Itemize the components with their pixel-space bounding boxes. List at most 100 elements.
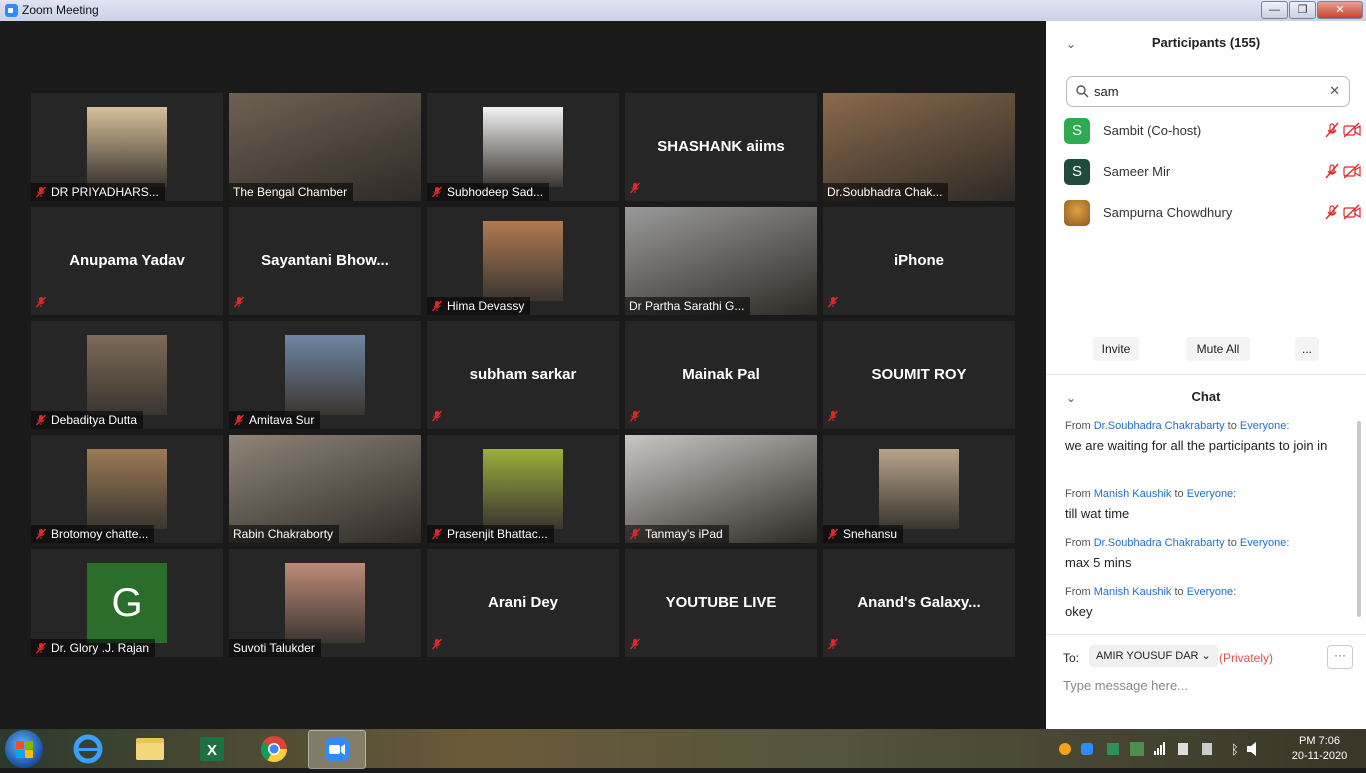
- windows-logo-icon: [16, 741, 33, 758]
- clear-search-icon[interactable]: ✕: [1329, 83, 1340, 99]
- video-tile[interactable]: DR PRIYADHARS...: [31, 93, 223, 201]
- video-tile[interactable]: SHASHANK aiims: [625, 93, 817, 201]
- to-label: To:: [1063, 651, 1080, 665]
- chat-scrollbar[interactable]: [1356, 421, 1362, 631]
- video-tile[interactable]: Dr.Soubhadra Chak...: [823, 93, 1015, 201]
- video-tile[interactable]: Hima Devassy: [427, 207, 619, 315]
- chat-target[interactable]: Everyone:: [1187, 488, 1237, 500]
- file-explorer-taskbar-icon[interactable]: [122, 730, 178, 767]
- video-tile[interactable]: Prasenjit Bhattac...: [427, 435, 619, 543]
- video-tile[interactable]: Brotomoy chatte...: [31, 435, 223, 543]
- chat-message-meta: From Manish Kaushik to Everyone:: [1065, 584, 1335, 600]
- minimize-button[interactable]: —: [1261, 1, 1288, 19]
- chat-target[interactable]: Everyone:: [1240, 537, 1290, 549]
- video-tile[interactable]: The Bengal Chamber: [229, 93, 421, 201]
- clock-date: 20-11-2020: [1291, 750, 1348, 762]
- participant-name-tag: Suvoti Talukder: [229, 639, 321, 657]
- chat-message: From Dr.Soubhadra Chakrabarty to Everyon…: [1065, 535, 1335, 572]
- chat-message-input[interactable]: Type message here...: [1063, 678, 1188, 693]
- mic-muted-icon: [629, 528, 641, 540]
- participant-display-name: YOUTUBE LIVE: [665, 594, 777, 611]
- participant-row[interactable]: S Sambit (Co-host): [1064, 116, 1361, 144]
- chat-target[interactable]: Everyone:: [1187, 586, 1237, 598]
- more-options-button[interactable]: ...: [1295, 337, 1319, 361]
- zoom-taskbar-icon[interactable]: [308, 730, 366, 769]
- video-tile[interactable]: Amitava Sur: [229, 321, 421, 429]
- participant-profile-picture: [87, 449, 167, 529]
- participant-search-input[interactable]: sam ✕: [1066, 76, 1350, 107]
- participant-display-name: SOUMIT ROY: [871, 366, 967, 383]
- start-button[interactable]: [5, 730, 43, 768]
- video-tile[interactable]: Suvoti Talukder: [229, 549, 421, 657]
- clock-time: PM 7:06: [1299, 735, 1340, 747]
- mic-muted-icon: [827, 637, 839, 655]
- invite-button[interactable]: Invite: [1093, 337, 1139, 361]
- mic-muted-icon: [827, 295, 839, 313]
- internet-explorer-taskbar-icon[interactable]: [60, 730, 116, 767]
- maximize-button[interactable]: ❐: [1289, 1, 1316, 19]
- video-tile[interactable]: Snehansu: [823, 435, 1015, 543]
- participant-list-name: Sameer Mir: [1103, 164, 1171, 179]
- participant-name: Dr. Glory .J. Rajan: [51, 641, 150, 655]
- chat-to-label: to: [1227, 420, 1237, 432]
- chat-more-button[interactable]: ···: [1327, 645, 1353, 669]
- video-off-icon: [1342, 122, 1362, 143]
- participant-row[interactable]: Sampurna Chowdhury: [1064, 198, 1361, 226]
- video-tile[interactable]: Anand's Galaxy...: [823, 549, 1015, 657]
- video-tile[interactable]: Subhodeep Sad...: [427, 93, 619, 201]
- video-tile[interactable]: Anupama Yadav: [31, 207, 223, 315]
- participant-profile-picture: [483, 107, 563, 187]
- mic-muted-icon: [1324, 163, 1340, 184]
- participant-name: Hima Devassy: [447, 299, 525, 313]
- participant-name: Snehansu: [843, 527, 898, 541]
- svg-text:X: X: [207, 742, 217, 759]
- participant-row[interactable]: S Sameer Mir: [1064, 157, 1361, 185]
- tray-app-icon[interactable]: [1059, 743, 1071, 755]
- participant-profile-picture: [87, 335, 167, 415]
- close-button[interactable]: ✕: [1317, 1, 1363, 19]
- video-tile[interactable]: Tanmay's iPad: [625, 435, 817, 543]
- chat-message: From Manish Kaushik to Everyone: okey: [1065, 584, 1335, 621]
- video-tile[interactable]: Arani Dey: [427, 549, 619, 657]
- taskbar-clock[interactable]: PM 7:06 20-11-2020: [1282, 734, 1357, 764]
- recipient-dropdown[interactable]: AMIR YOUSUF DAR ⌄: [1089, 645, 1218, 667]
- excel-tray-icon[interactable]: [1107, 743, 1119, 755]
- chat-from-label: From: [1065, 488, 1091, 500]
- video-tile[interactable]: Sayantani Bhow...: [229, 207, 421, 315]
- chat-sender[interactable]: Manish Kaushik: [1094, 488, 1172, 500]
- volume-icon[interactable]: [1247, 742, 1256, 756]
- chat-sender[interactable]: Dr.Soubhadra Chakrabarty: [1094, 420, 1225, 432]
- window-title: Zoom Meeting: [22, 3, 99, 17]
- video-gallery: DR PRIYADHARS... The Bengal Chamber Subhod…: [0, 21, 1046, 729]
- video-tile[interactable]: Dr Partha Sarathi G...: [625, 207, 817, 315]
- flag-tray-icon[interactable]: [1178, 743, 1188, 755]
- zoom-tray-icon[interactable]: [1081, 743, 1093, 755]
- vpn-tray-icon[interactable]: [1130, 742, 1144, 756]
- participant-name: Suvoti Talukder: [233, 641, 315, 655]
- video-tile[interactable]: subham sarkar: [427, 321, 619, 429]
- mic-muted-icon: [629, 181, 641, 199]
- video-tile[interactable]: G Dr. Glory .J. Rajan: [31, 549, 223, 657]
- participant-avatar: G: [87, 563, 167, 643]
- chat-sender[interactable]: Manish Kaushik: [1094, 586, 1172, 598]
- chat-target[interactable]: Everyone:: [1240, 420, 1290, 432]
- chat-sender[interactable]: Dr.Soubhadra Chakrabarty: [1094, 537, 1225, 549]
- participant-name-tag: Tanmay's iPad: [625, 525, 729, 543]
- participant-name: Prasenjit Bhattac...: [447, 527, 548, 541]
- video-tile[interactable]: Debaditya Dutta: [31, 321, 223, 429]
- video-tile[interactable]: iPhone: [823, 207, 1015, 315]
- video-tile[interactable]: Mainak Pal: [625, 321, 817, 429]
- participant-display-name: subham sarkar: [469, 366, 577, 383]
- device-tray-icon[interactable]: [1202, 743, 1212, 755]
- chrome-taskbar-icon[interactable]: [246, 730, 302, 767]
- participant-name-tag: The Bengal Chamber: [229, 183, 354, 201]
- video-tile[interactable]: YOUTUBE LIVE: [625, 549, 817, 657]
- chat-from-label: From: [1065, 420, 1091, 432]
- search-icon: [1076, 85, 1089, 98]
- mic-muted-icon: [233, 295, 245, 313]
- mute-all-button[interactable]: Mute All: [1186, 337, 1250, 361]
- video-tile[interactable]: SOUMIT ROY: [823, 321, 1015, 429]
- video-tile[interactable]: Rabin Chakraborty: [229, 435, 421, 543]
- video-off-icon: [1342, 163, 1362, 184]
- excel-taskbar-icon[interactable]: X: [184, 730, 240, 767]
